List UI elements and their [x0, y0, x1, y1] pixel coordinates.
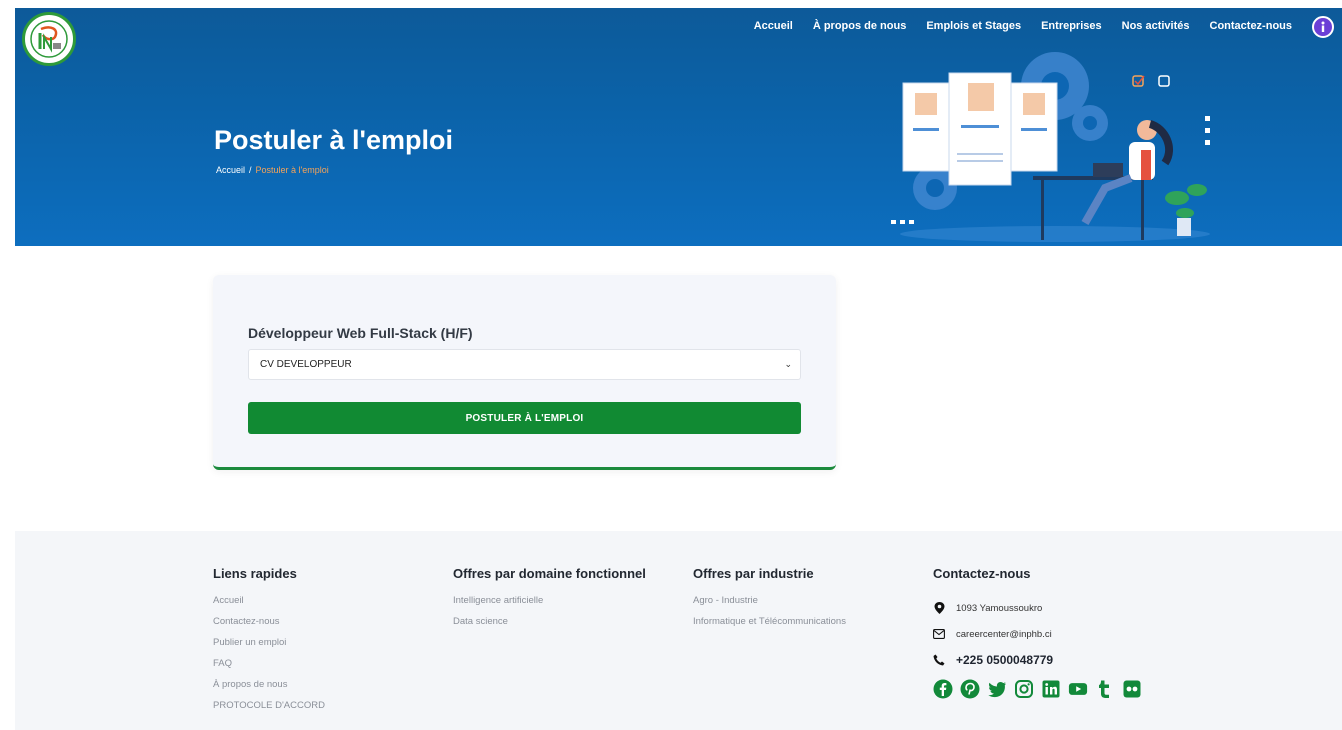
footer-link[interactable]: Data science — [453, 616, 646, 637]
social-links — [933, 679, 1142, 699]
contact-address-text: 1093 Yamoussoukro — [956, 602, 1043, 614]
inphb-logo-icon — [30, 20, 68, 58]
footer-functional-domain: Offres par domaine fonctionnel Intellige… — [453, 566, 646, 637]
cv-select[interactable]: CV DEVELOPPEUR ⌄ — [248, 349, 801, 380]
facebook-icon[interactable] — [933, 679, 953, 699]
footer-industry-title: Offres par industrie — [693, 566, 814, 581]
footer-industry: Offres par industrie Agro - Industrie In… — [693, 566, 846, 637]
job-title: Développeur Web Full-Stack (H/F) — [248, 325, 473, 341]
apply-button[interactable]: POSTULER À L'EMPLOI — [248, 402, 801, 434]
page: Accueil À propos de nous Emplois et Stag… — [0, 0, 1342, 730]
breadcrumb-home[interactable]: Accueil — [216, 165, 245, 175]
contact-email-text[interactable]: careercenter@inphb.ci — [956, 629, 1052, 640]
footer-contact: Contactez-nous 1093 Yamoussoukro careerc… — [933, 566, 1142, 699]
site-logo[interactable] — [22, 12, 76, 66]
nav-nos-activites[interactable]: Nos activités — [1112, 20, 1200, 32]
contact-address: 1093 Yamoussoukro — [933, 595, 1142, 621]
recruitment-illustration — [891, 52, 1210, 242]
twitter-icon[interactable] — [987, 679, 1007, 699]
flickr-icon[interactable] — [1122, 679, 1142, 699]
info-icon[interactable] — [1312, 16, 1334, 38]
pinterest-icon[interactable] — [960, 679, 980, 699]
breadcrumb: Accueil / Postuler à l'emploi — [216, 165, 329, 175]
nav-entreprises[interactable]: Entreprises — [1031, 20, 1112, 32]
footer-link[interactable]: À propos de nous — [213, 679, 325, 700]
nav-a-propos[interactable]: À propos de nous — [803, 20, 917, 32]
breadcrumb-separator: / — [249, 165, 252, 175]
nav-accueil[interactable]: Accueil — [744, 20, 803, 32]
hero-banner: Accueil À propos de nous Emplois et Stag… — [15, 8, 1342, 246]
footer-link[interactable]: PROTOCOLE D'ACCORD — [213, 700, 325, 721]
phone-icon — [933, 654, 945, 666]
envelope-icon — [933, 628, 945, 640]
breadcrumb-current: Postuler à l'emploi — [255, 165, 329, 175]
footer-contact-title: Contactez-nous — [933, 566, 1031, 581]
application-card: Développeur Web Full-Stack (H/F) CV DEVE… — [213, 275, 836, 470]
contact-email[interactable]: careercenter@inphb.ci — [933, 621, 1142, 647]
contact-phone[interactable]: +225 0500048779 — [933, 647, 1142, 673]
footer-link[interactable]: Publier un emploi — [213, 637, 325, 658]
chevron-down-icon: ⌄ — [784, 359, 792, 369]
footer-link[interactable]: Agro - Industrie — [693, 595, 846, 616]
nav-contactez-nous[interactable]: Contactez-nous — [1200, 20, 1303, 32]
footer-functional-domain-title: Offres par domaine fonctionnel — [453, 566, 646, 581]
page-title: Postuler à l'emploi — [214, 125, 453, 155]
footer-link[interactable]: FAQ — [213, 658, 325, 679]
footer-link[interactable]: Accueil — [213, 595, 325, 616]
youtube-icon[interactable] — [1068, 679, 1088, 699]
main-nav: Accueil À propos de nous Emplois et Stag… — [744, 20, 1302, 32]
footer: Liens rapides Accueil Contactez-nous Pub… — [15, 531, 1342, 730]
footer-quick-links: Liens rapides Accueil Contactez-nous Pub… — [213, 566, 325, 721]
contact-phone-text[interactable]: +225 0500048779 — [956, 653, 1053, 667]
tumblr-icon[interactable] — [1095, 679, 1115, 699]
footer-link[interactable]: Contactez-nous — [213, 616, 325, 637]
footer-link[interactable]: Intelligence artificielle — [453, 595, 646, 616]
cv-select-value: CV DEVELOPPEUR — [260, 359, 352, 370]
instagram-icon[interactable] — [1014, 679, 1034, 699]
footer-link[interactable]: Informatique et Télécommunications — [693, 616, 846, 637]
nav-emplois-stages[interactable]: Emplois et Stages — [916, 20, 1031, 32]
footer-quick-links-title: Liens rapides — [213, 566, 297, 581]
linkedin-icon[interactable] — [1041, 679, 1061, 699]
map-pin-icon — [933, 602, 945, 614]
